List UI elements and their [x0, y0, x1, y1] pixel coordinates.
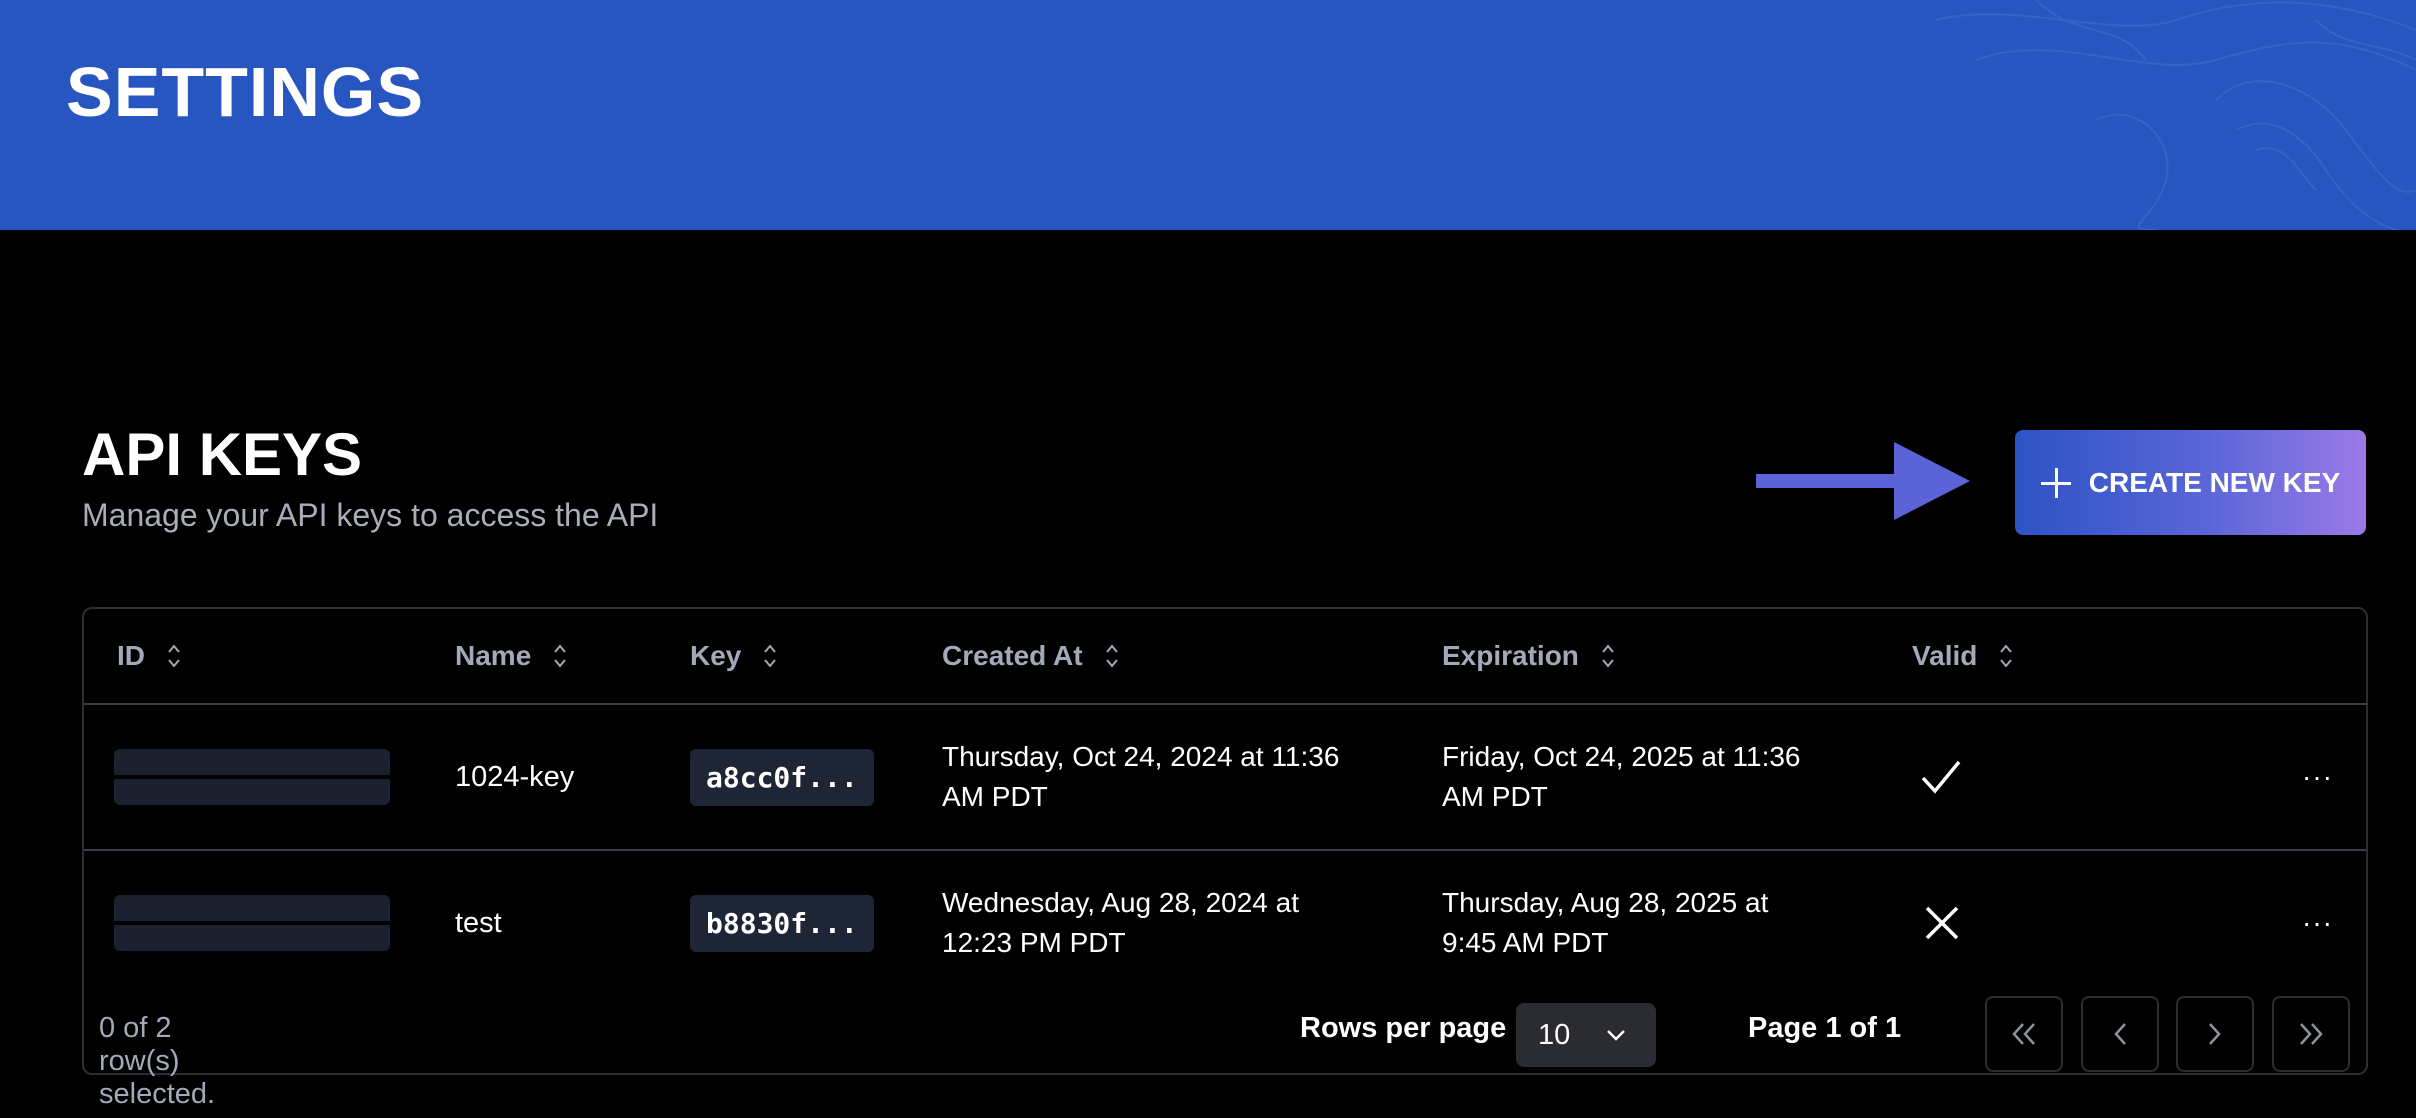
topographic-pattern: [1935, 0, 2416, 230]
page-title: SETTINGS: [66, 53, 425, 131]
column-header-id[interactable]: ID: [117, 609, 181, 703]
created-at-line: AM PDT: [942, 781, 1048, 812]
plus-icon: [2040, 467, 2071, 498]
column-header-key[interactable]: Key: [690, 609, 777, 703]
table-row[interactable]: test b8830f... Wednesday, Aug 28, 2024 a…: [84, 851, 2366, 997]
chevrons-right-icon: [2300, 1023, 2323, 1045]
create-new-key-label: CREATE NEW KEY: [2088, 466, 2341, 498]
next-page-button[interactable]: [2176, 996, 2254, 1072]
table-header: ID Name Key Created At Expiration Valid: [84, 609, 2366, 705]
section-title: API KEYS: [82, 421, 363, 488]
sort-icon: [763, 643, 777, 669]
chevrons-left-icon: [2012, 1023, 2035, 1045]
column-header-label: ID: [117, 640, 145, 671]
chevron-left-icon: [2114, 1023, 2126, 1045]
arrow-right-icon: [1756, 442, 1970, 520]
sort-icon: [1601, 643, 1615, 669]
sort-icon: [167, 643, 181, 669]
created-at-line: Wednesday, Aug 28, 2024 at: [942, 887, 1300, 918]
chevron-down-icon: [1607, 1030, 1626, 1041]
key-name: test: [455, 906, 502, 939]
column-header-label: Name: [455, 640, 532, 671]
previous-page-button[interactable]: [2081, 996, 2159, 1072]
create-new-key-button[interactable]: CREATE NEW KEY: [2015, 430, 2366, 535]
sort-icon: [1105, 643, 1119, 669]
redacted-id: [114, 895, 390, 951]
created-at-line: Thursday, Oct 24, 2024 at 11:36: [942, 741, 1340, 772]
column-header-label: Valid: [1912, 640, 1978, 671]
check-icon: [1921, 760, 1961, 794]
created-at: Wednesday, Aug 28, 2024 at 12:23 PM PDT: [942, 883, 1299, 963]
redacted-id: [114, 749, 390, 805]
expiration-line: AM PDT: [1442, 781, 1548, 812]
table-row[interactable]: 1024-key a8cc0f... Thursday, Oct 24, 202…: [84, 705, 2366, 851]
key-value-badge[interactable]: a8cc0f...: [690, 748, 874, 806]
key-name: 1024-key: [455, 760, 575, 793]
sort-icon: [1999, 643, 2013, 669]
created-at: Thursday, Oct 24, 2024 at 11:36 AM PDT: [942, 737, 1339, 817]
expiration: Friday, Oct 24, 2025 at 11:36 AM PDT: [1442, 737, 1801, 817]
rows-per-page-select[interactable]: 10: [1516, 1003, 1656, 1067]
column-header-label: Key: [690, 640, 742, 671]
rows-per-page-label: Rows per page: [1300, 1012, 1507, 1044]
first-page-button[interactable]: [1985, 996, 2063, 1072]
row-actions-menu[interactable]: ···: [2302, 907, 2333, 939]
column-header-valid[interactable]: Valid: [1912, 609, 2013, 703]
chevron-right-icon: [2209, 1023, 2221, 1045]
last-page-button[interactable]: [2272, 996, 2350, 1072]
expiration-line: 9:45 AM PDT: [1442, 927, 1609, 958]
x-icon: [1925, 906, 1959, 940]
expiration: Thursday, Aug 28, 2025 at 9:45 AM PDT: [1442, 883, 1768, 963]
column-header-label: Expiration: [1442, 640, 1579, 671]
row-actions-menu[interactable]: ···: [2302, 761, 2333, 793]
created-at-line: 12:23 PM PDT: [942, 927, 1126, 958]
expiration-line: Thursday, Aug 28, 2025 at: [1442, 887, 1769, 918]
header-banner: SETTINGS: [0, 0, 2416, 230]
key-value-badge[interactable]: b8830f...: [690, 894, 874, 952]
expiration-line: Friday, Oct 24, 2025 at 11:36: [1442, 741, 1801, 772]
selection-count: 0 of 2 row(s) selected.: [99, 1012, 216, 1110]
sort-icon: [553, 643, 567, 669]
section-subtitle: Manage your API keys to access the API: [82, 497, 659, 533]
column-header-name[interactable]: Name: [455, 609, 567, 703]
column-header-created-at[interactable]: Created At: [942, 609, 1119, 703]
page-info: Page 1 of 1: [1748, 1012, 1902, 1044]
rows-per-page-value: 10: [1538, 1018, 1571, 1051]
column-header-expiration[interactable]: Expiration: [1442, 609, 1615, 703]
column-header-label: Created At: [942, 640, 1083, 671]
